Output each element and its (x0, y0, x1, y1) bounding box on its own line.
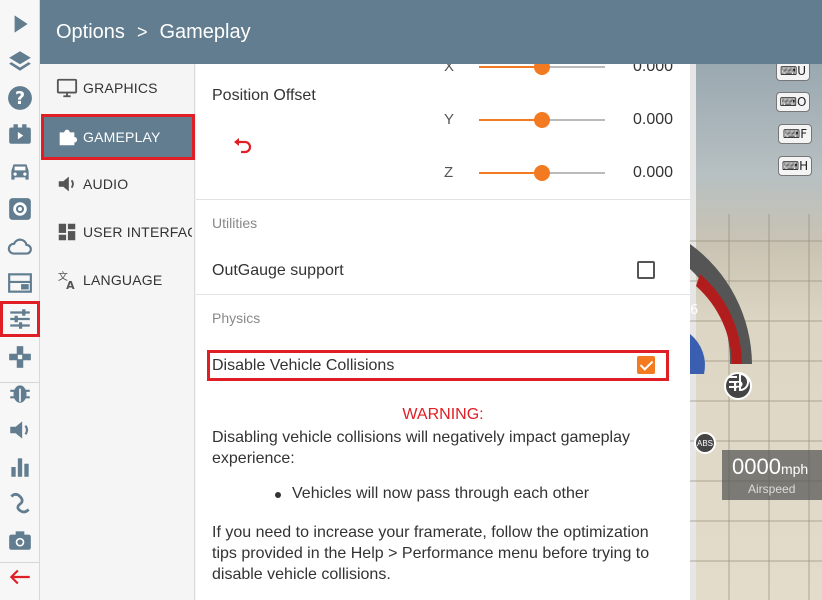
svg-text:?: ? (15, 89, 25, 109)
gauge-digit: 6 (690, 303, 698, 318)
sliders-icon[interactable] (0, 301, 40, 337)
bug-icon[interactable] (0, 375, 40, 411)
keybind-f: ⌨ F (778, 124, 812, 144)
category-graphics[interactable]: GRAPHICS (44, 68, 192, 108)
undo-icon[interactable] (232, 138, 254, 161)
route-icon[interactable] (0, 485, 40, 521)
category-label: GRAPHICS (83, 80, 158, 96)
slider-knob[interactable] (534, 64, 550, 75)
axis-x-label: X (444, 64, 455, 75)
keyboard-icon: ⌨ (781, 159, 800, 173)
keyboard-icon: ⌨ (779, 64, 798, 78)
divider (196, 199, 690, 200)
outgauge-checkbox[interactable] (637, 261, 655, 279)
offset-x-slider[interactable] (479, 64, 605, 75)
game-viewport: 6 P ABS ⌨ U ⌨ O ⌨ F ⌨ H 0000mph Airspeed (690, 64, 822, 600)
warning-text: Disabling vehicle collisions will negati… (212, 429, 630, 467)
keyboard-icon: ⌨ (779, 95, 797, 109)
airspeed-unit: mph (780, 461, 809, 477)
utilities-section-title: Utilities (212, 215, 258, 231)
axis-y-label: Y (444, 111, 455, 128)
airspeed-display: 0000mph Airspeed (722, 450, 822, 500)
warning-bullet: Vehicles will now pass through each othe… (274, 485, 590, 502)
position-offset-label: Position Offset (212, 87, 316, 104)
camera-icon[interactable] (0, 522, 40, 558)
breadcrumb-options[interactable]: Options (56, 21, 125, 44)
category-label: LANGUAGE (83, 272, 163, 288)
category-language[interactable]: 文A LANGUAGE (44, 260, 192, 300)
icon-sidebar: ? (0, 0, 40, 600)
puzzle-icon (59, 129, 78, 146)
offset-y-value: 0.000 (633, 111, 674, 128)
back-arrow-icon[interactable] (0, 559, 40, 595)
bar-chart-icon[interactable] (0, 449, 40, 485)
abs-indicator: ABS (694, 432, 716, 454)
offset-x-value: 0.000 (633, 64, 674, 75)
car-icon[interactable] (0, 154, 40, 190)
layout-icon[interactable] (0, 265, 40, 301)
page-header: Options > Gameplay (40, 0, 822, 64)
axis-z-label: Z (444, 164, 454, 181)
monitor-icon (56, 78, 78, 98)
keyboard-icon: ⌨ (782, 127, 801, 141)
keybind-h: ⌨ H (778, 156, 812, 176)
physics-section-title: Physics (212, 310, 261, 326)
disable-collisions-checkbox[interactable] (637, 356, 655, 374)
gear-icon[interactable] (0, 191, 40, 227)
volume-icon[interactable] (0, 412, 40, 448)
category-label: USER INTERFAC (83, 224, 192, 240)
play-icon[interactable] (0, 6, 40, 42)
keybind-o: ⌨ O (776, 92, 810, 112)
offset-y-slider[interactable] (479, 112, 605, 128)
cloud-icon[interactable] (0, 228, 40, 264)
outgauge-label: OutGauge support (212, 262, 344, 279)
gamepad-icon[interactable] (0, 339, 40, 375)
settings-panel: Position Offset X 0.000 Y 0.000 Z 0.000 … (196, 64, 690, 600)
disable-collisions-label: Disable Vehicle Collisions (212, 357, 395, 374)
airspeed-label: Airspeed (748, 482, 796, 496)
layers-icon[interactable] (0, 43, 40, 79)
dashboard-icon (58, 223, 76, 241)
slider-knob[interactable] (534, 112, 550, 128)
svg-text:A: A (66, 279, 75, 291)
category-user-interface[interactable]: USER INTERFAC (44, 212, 192, 252)
translate-icon: 文A (58, 270, 75, 291)
category-label: AUDIO (83, 176, 129, 192)
category-list: GRAPHICS GAMEPLAY AUDIO USER INTERFAC 文A… (40, 64, 195, 600)
speaker-icon (58, 176, 74, 192)
video-icon[interactable] (0, 116, 40, 152)
keybind-u: ⌨ U (776, 64, 810, 81)
offset-z-slider[interactable] (479, 165, 605, 181)
airspeed-value: 0000 (732, 454, 781, 479)
divider (196, 294, 690, 295)
headlight-icon (729, 372, 749, 392)
breadcrumb-separator: > (136, 21, 148, 42)
offset-z-value: 0.000 (633, 164, 674, 181)
category-audio[interactable]: AUDIO (44, 164, 192, 204)
help-icon[interactable]: ? (0, 80, 40, 116)
warning-title: WARNING: (402, 406, 484, 423)
category-gameplay[interactable]: GAMEPLAY (41, 114, 195, 160)
performance-tip: If you need to increase your framerate, … (212, 524, 650, 583)
category-label: GAMEPLAY (83, 129, 161, 145)
slider-knob[interactable] (534, 165, 550, 181)
breadcrumb-gameplay: Gameplay (159, 20, 251, 43)
